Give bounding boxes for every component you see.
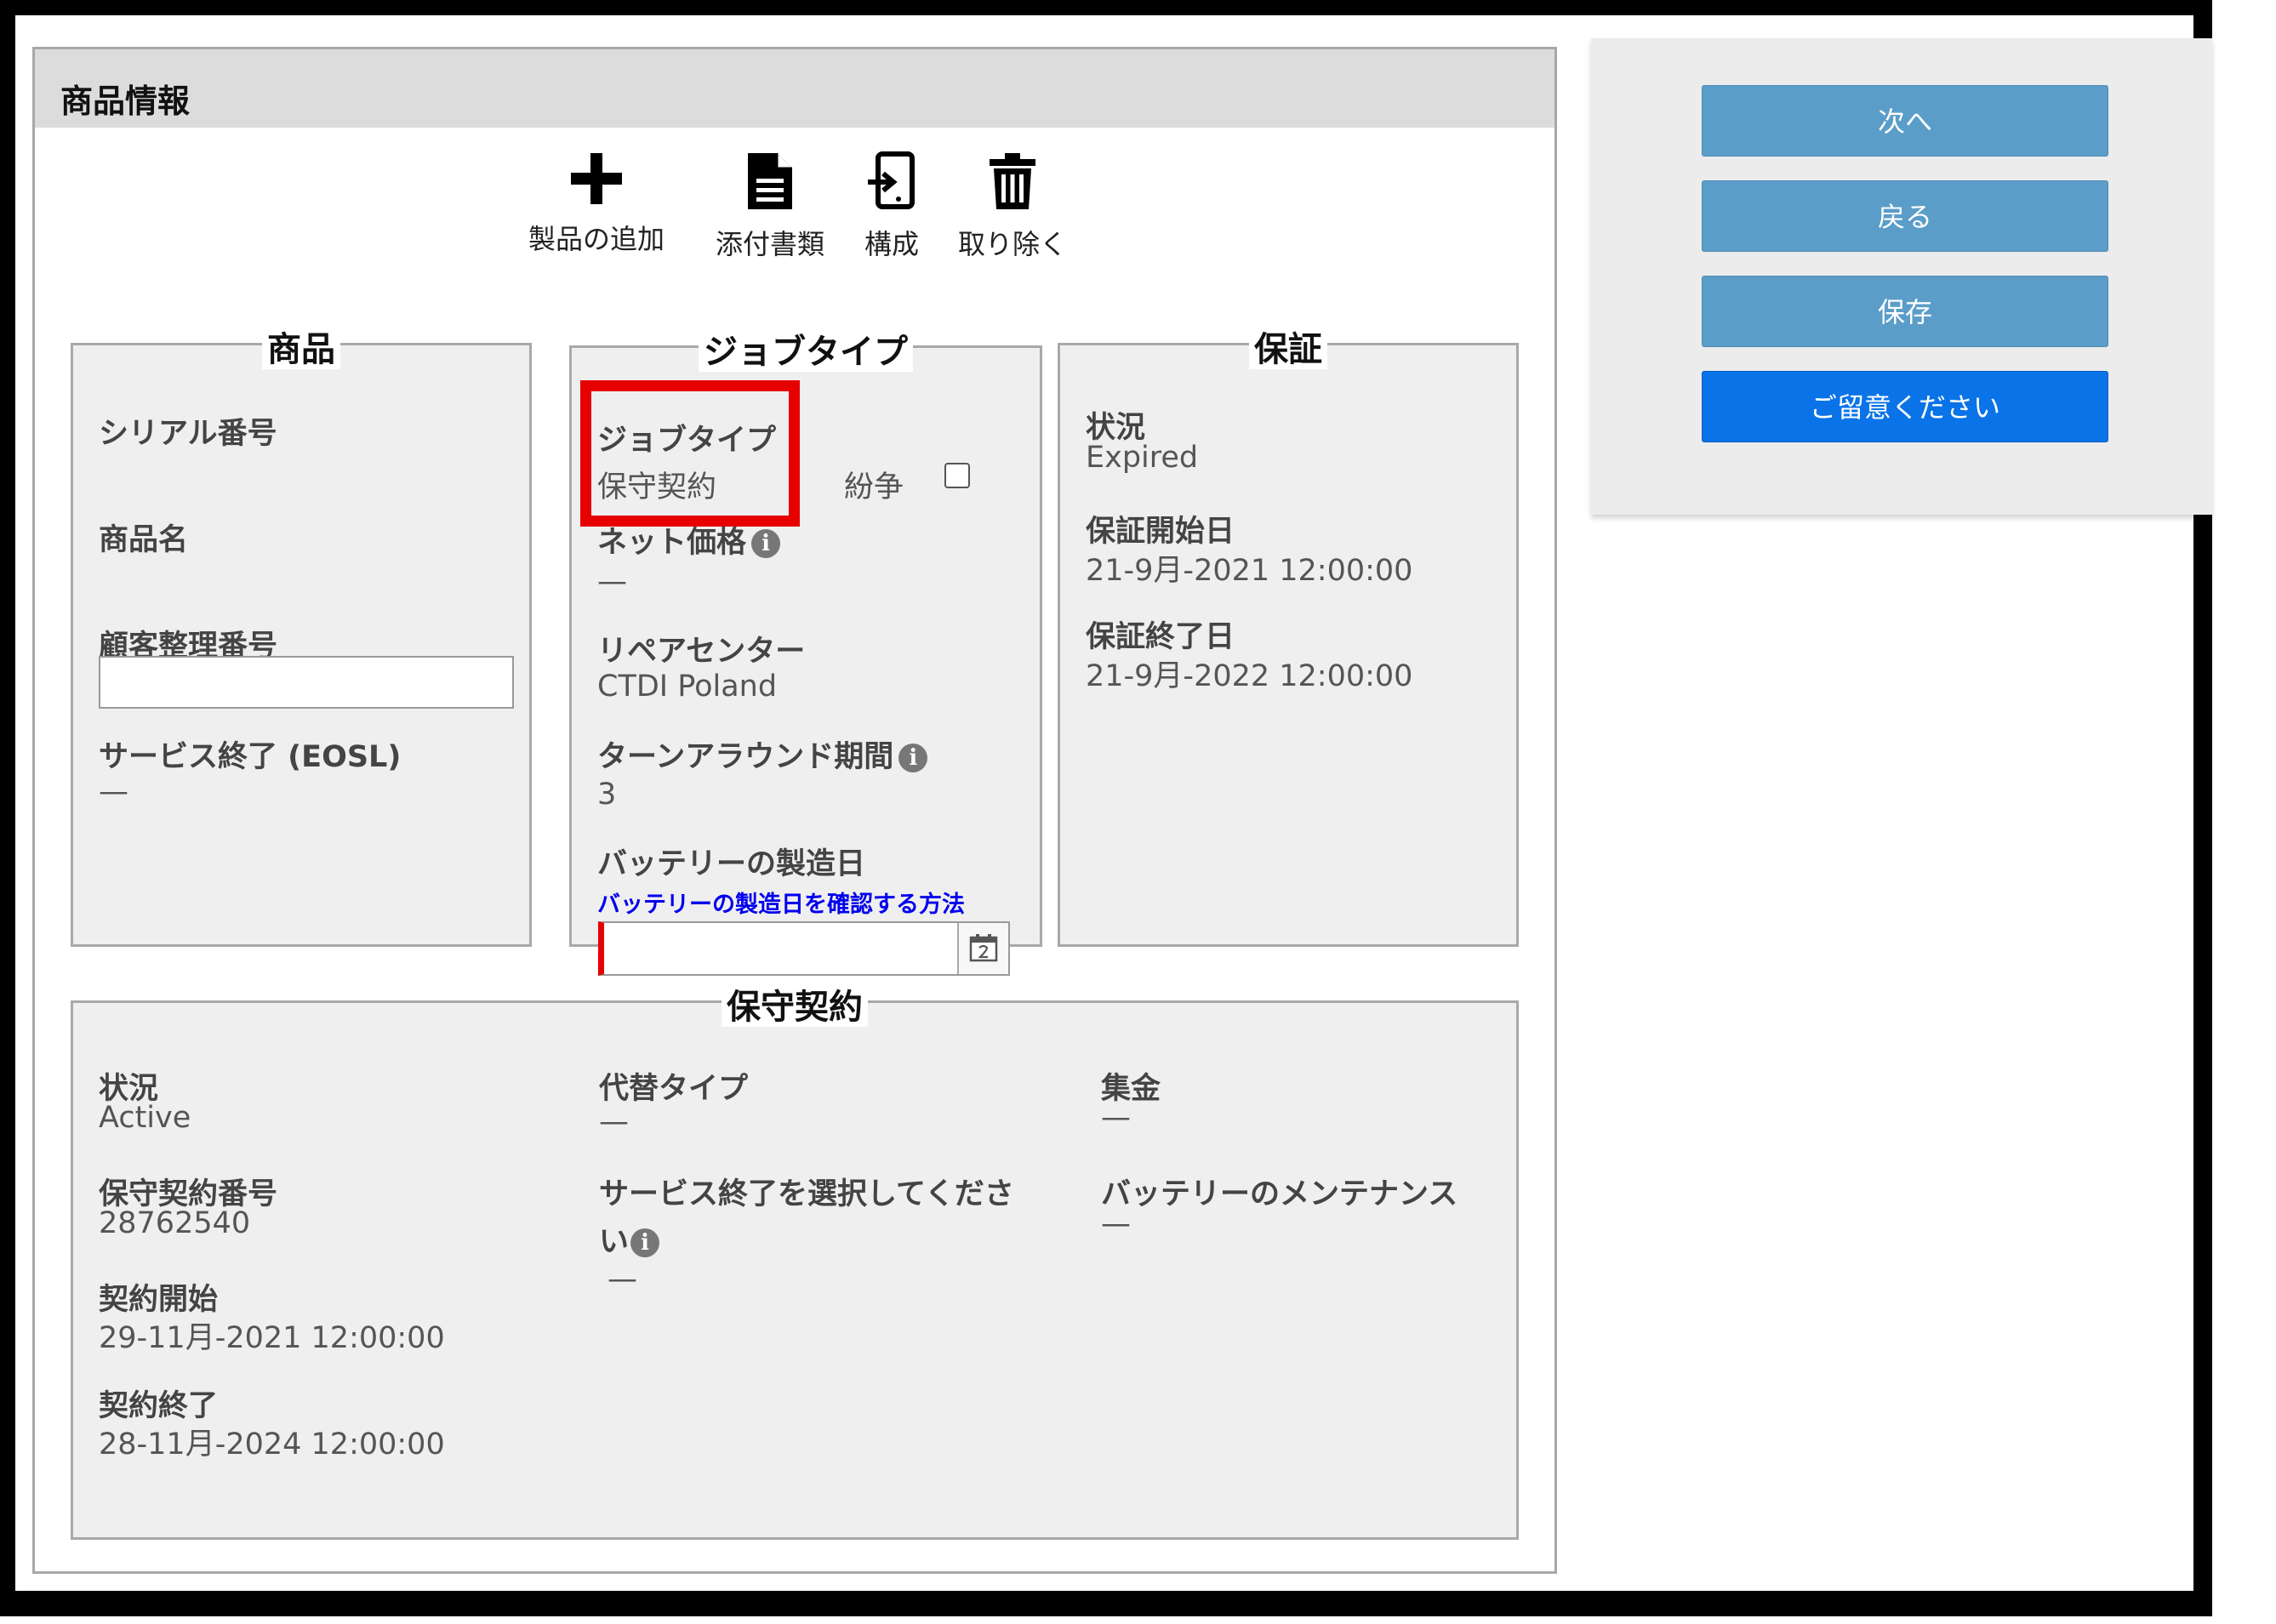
warranty-start-value: 21-9月-2021 12:00:00 xyxy=(1086,554,1413,588)
warranty-end-value: 21-9月-2022 12:00:00 xyxy=(1086,659,1413,693)
turnaround-value: 3 xyxy=(597,778,617,812)
dispute-label: 紛争 xyxy=(844,470,904,504)
substitute-type-label: 代替タイプ xyxy=(599,1072,749,1106)
warranty-legend: 保証 xyxy=(1060,322,1516,371)
save-button[interactable]: 保存 xyxy=(1702,276,2108,347)
repair-center-label: リペアセンター xyxy=(597,635,806,669)
repair-center-value: CTDI Poland xyxy=(597,670,778,704)
contract-start-label: 契約開始 xyxy=(99,1283,219,1317)
next-button[interactable]: 次へ xyxy=(1702,85,2108,157)
contract-status-value: Active xyxy=(99,1101,191,1135)
add-product-button[interactable]: 製品の追加 xyxy=(528,151,665,257)
net-price-label: ネット価格 i xyxy=(597,518,781,561)
eos-select-info-icon[interactable]: i xyxy=(630,1228,660,1257)
contract-start-value: 29-11月-2021 12:00:00 xyxy=(99,1321,445,1355)
contract-number-value: 28762540 xyxy=(99,1206,251,1240)
serial-number-label: シリアル番号 xyxy=(99,417,277,451)
battery-date-label: バッテリーの製造日 xyxy=(597,847,866,881)
warranty-section: 保証 状況 Expired 保証開始日 21-9月-2021 12:00:00 … xyxy=(1058,330,1519,947)
battery-date-help-link[interactable]: バッテリーの製造日を確認する方法 xyxy=(597,886,965,919)
trash-icon xyxy=(990,153,1035,209)
attachments-label: 添付書類 xyxy=(716,228,825,260)
eosl-value: — xyxy=(99,775,128,809)
contract-legend: 保守契約 xyxy=(73,979,1516,1029)
back-button[interactable]: 戻る xyxy=(1702,180,2108,252)
remove-label: 取り除く xyxy=(958,228,1068,260)
customer-ref-input[interactable] xyxy=(99,656,514,709)
battery-date-input[interactable] xyxy=(604,923,961,974)
panel-title: 商品情報 xyxy=(60,83,191,120)
document-icon xyxy=(748,153,792,209)
panel-header: 商品情報 xyxy=(35,49,1554,128)
configuration-icon xyxy=(868,151,915,209)
calendar-icon[interactable] xyxy=(957,923,1008,974)
contract-end-value: 28-11月-2024 12:00:00 xyxy=(99,1427,445,1462)
eos-select-label-line1: サービス終了を選択してくださ xyxy=(599,1177,1014,1211)
eos-select-label-line2: いi xyxy=(599,1217,660,1261)
plus-icon xyxy=(571,153,622,204)
eos-select-value: — xyxy=(608,1262,637,1296)
job-type-value: 保守契約 xyxy=(597,470,717,504)
maintenance-contract-section: 保守契約 状況 Active 保守契約番号 28762540 契約開始 29-1… xyxy=(71,988,1519,1540)
attention-button[interactable]: ご留意ください xyxy=(1702,371,2108,442)
contract-end-label: 契約終了 xyxy=(99,1389,219,1423)
turnaround-info-icon[interactable]: i xyxy=(898,744,928,772)
product-section: 商品 シリアル番号 商品名 顧客整理番号 サービス終了 (EOSL) — xyxy=(71,330,532,947)
collection-value: — xyxy=(1101,1101,1131,1135)
remove-button[interactable]: 取り除く xyxy=(958,151,1067,262)
job-type-legend: ジョブタイプ xyxy=(572,324,1040,373)
job-type-section: ジョブタイプ ジョブタイプ 保守契約 紛争 ネット価格 i — リペアセンター C… xyxy=(569,333,1042,947)
product-info-panel: 商品情報 製品の追加 添付書類 構成 取り除く 商品 シリアル番号 商品名 顧客… xyxy=(32,47,1557,1574)
dispute-checkbox[interactable] xyxy=(944,463,970,488)
substitute-type-value: — xyxy=(599,1105,629,1139)
attachments-button[interactable]: 添付書類 xyxy=(716,151,824,262)
job-type-label: ジョブタイプ xyxy=(597,424,777,458)
eosl-label: サービス終了 (EOSL) xyxy=(99,740,402,774)
turnaround-label: ターンアラウンド期間 i xyxy=(597,732,928,776)
product-name-label: 商品名 xyxy=(99,523,189,557)
configuration-button[interactable]: 構成 xyxy=(864,151,919,262)
warranty-start-label: 保証開始日 xyxy=(1086,515,1235,549)
warranty-end-label: 保証終了日 xyxy=(1086,620,1235,654)
add-product-label: 製品の追加 xyxy=(528,223,665,255)
configuration-label: 構成 xyxy=(864,228,920,260)
action-panel: 次へ 戻る 保存 ご留意ください xyxy=(1591,38,2212,515)
net-price-value: — xyxy=(597,565,627,599)
battery-maintenance-value: — xyxy=(1101,1207,1131,1241)
net-price-info-icon[interactable]: i xyxy=(751,529,781,558)
battery-date-input-wrapper xyxy=(598,921,1010,976)
battery-maintenance-label: バッテリーのメンテナンス xyxy=(1101,1177,1458,1211)
warranty-status-value: Expired xyxy=(1086,441,1199,475)
product-legend: 商品 xyxy=(73,322,529,371)
